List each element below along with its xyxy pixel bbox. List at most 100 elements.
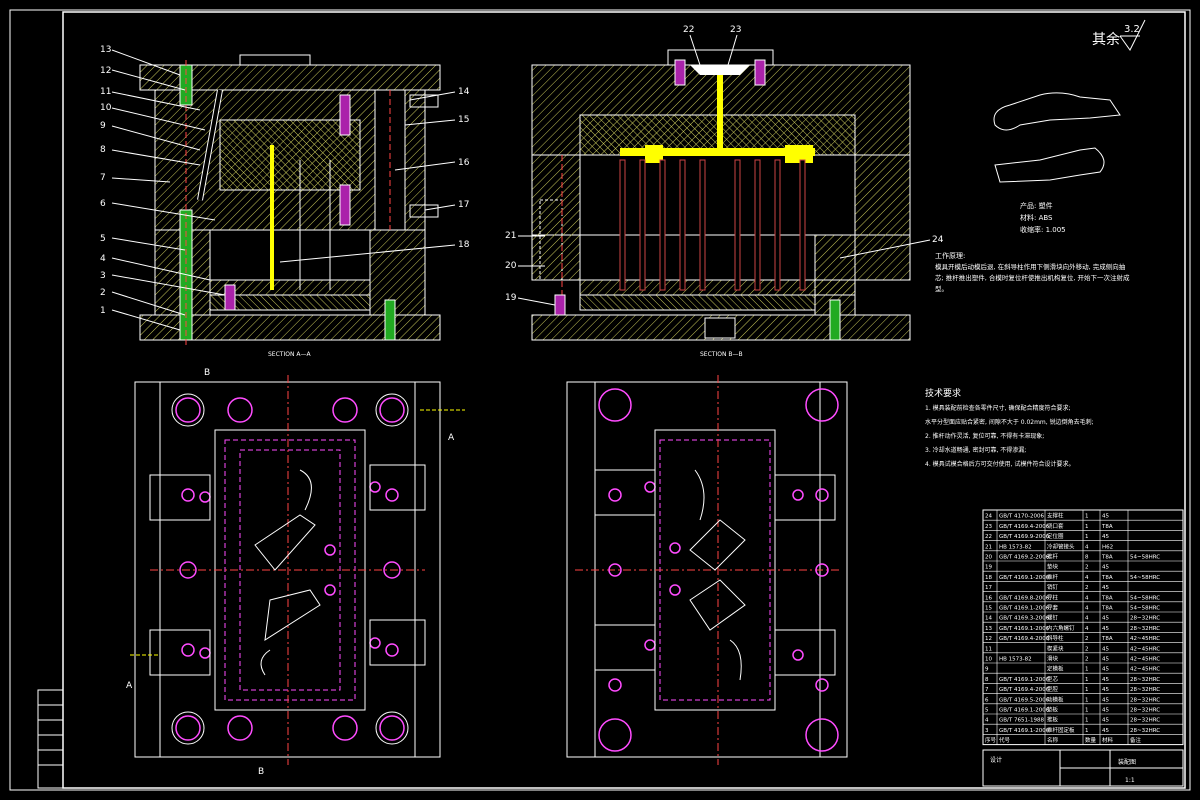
bom-cell: 螺钉 (1047, 614, 1059, 622)
roughness-value: 3.2 (1124, 24, 1140, 35)
svg-text:2: 2 (100, 288, 106, 298)
bom-cell: GB/T 4169.1-2006 (999, 708, 1050, 714)
bom-table: 24 GB/T 4170-2006 支撑柱 1 4523 GB/T 4169.4-2006… (982, 509, 1184, 746)
svg-text:13: 13 (100, 45, 111, 55)
bom-cell: 12 (985, 636, 992, 642)
bom-cell: 推杆固定板 (1047, 726, 1075, 734)
bom-cell: T8A (1101, 575, 1113, 581)
bom-cell: 28~32HRC (1130, 728, 1160, 734)
bom-cell: GB/T 4169.4-2006 (999, 636, 1050, 642)
bom-cell: 1 (1085, 697, 1089, 703)
cad-drawing: 其余 3.2 SECTION A—A 13 12 11 10 9 8 7 6 5… (9, 9, 1191, 791)
bom-cell: GB/T 4169.1-2006 (999, 575, 1050, 581)
svg-text:3. 冷却水道畅通, 密封可靠, 不得渗漏;: 3. 冷却水道畅通, 密封可靠, 不得渗漏; (925, 446, 1026, 454)
bom-cell: 2 (1085, 565, 1089, 571)
bom-cell: 45 (1102, 585, 1109, 591)
bom-cell: 28~32HRC (1130, 697, 1160, 703)
bom-header-cell: 代号 (999, 736, 1011, 744)
bom-cell: 45 (1102, 708, 1109, 714)
svg-text:20: 20 (505, 261, 517, 271)
bom-cell: 45 (1102, 687, 1109, 693)
plan-view-left (130, 375, 465, 765)
bom-cell: 2 (1085, 636, 1089, 642)
work-principle: 工作原理: 模具开模后动模后退, 在斜导柱作用下侧滑块向外移动, 完成侧向抽芯;… (935, 251, 1130, 293)
bom-cell: 型芯 (1047, 675, 1059, 683)
bom-cell: 斜导柱 (1047, 634, 1064, 642)
bom-cell: 42~45HRC (1130, 667, 1160, 673)
bom-cell: GB/T 4169.1-2006 (999, 606, 1050, 612)
bom-cell: 销钉 (1047, 583, 1059, 591)
bom-cell: 45 (1102, 718, 1109, 724)
bom-cell: 4 (1085, 616, 1089, 622)
bom-cell: 24 (985, 514, 992, 520)
bom-cell: 3 (985, 728, 989, 734)
bom-cell: 45 (1102, 534, 1109, 540)
bom-header-cell: 名称 (1047, 736, 1059, 744)
svg-text:8: 8 (100, 145, 106, 155)
title-assembly: 装配图 (1118, 758, 1136, 766)
bom-cell: 8 (1085, 555, 1089, 561)
bom-cell: GB/T 4169.3-2006 (999, 616, 1050, 622)
bom-cell: 型腔 (1047, 685, 1059, 693)
bom-cell: 11 (985, 646, 992, 652)
bom-cell: 2 (1085, 646, 1089, 652)
bom-cell: 1 (1085, 728, 1089, 734)
svg-text:水平分型面应贴合紧密, 间隙不大于 0.02mm, 锐边倒角: 水平分型面应贴合紧密, 间隙不大于 0.02mm, 锐边倒角去毛刺; (925, 418, 1094, 426)
bom-cell: 导套 (1047, 604, 1059, 612)
bom-cell: GB/T 4169.2-2006 (999, 555, 1050, 561)
bom-cell: 1 (1085, 534, 1089, 540)
bom-cell: 1 (1085, 708, 1089, 714)
bom-cell: 垫块 (1047, 563, 1059, 571)
bom-cell: 支撑柱 (1047, 512, 1064, 520)
bom-cell: 14 (985, 616, 992, 622)
bom-cell: GB/T 4169.8-2006 (999, 595, 1050, 601)
work-principle-body: 模具开模后动模后退, 在斜导柱作用下侧滑块向外移动, 完成侧向抽芯; 推杆推出塑… (935, 263, 1130, 293)
bom-cell: 28~32HRC (1130, 718, 1160, 724)
bom-cell: 内六角螺钉 (1047, 624, 1075, 632)
svg-text:材料: ABS: 材料: ABS (1020, 213, 1053, 222)
section-aa-view (139, 54, 441, 345)
bom-cell: 45 (1102, 565, 1109, 571)
bom-cell: 5 (985, 708, 989, 714)
bom-cell: 4 (1085, 544, 1089, 550)
bom-cell: 推杆 (1047, 553, 1059, 561)
bom-cell: 4 (1085, 606, 1089, 612)
bom-cell: 楔紧块 (1047, 644, 1064, 652)
bom-cell: 13 (985, 626, 992, 632)
svg-text:技术要求: 技术要求 (925, 387, 961, 399)
roughness-symbol: 其余 3.2 (1092, 19, 1146, 51)
bom-cell: GB/T 4169.5-2006 (999, 697, 1050, 703)
bom-cell: 1 (1085, 667, 1089, 673)
bom-cell: 动模板 (1047, 695, 1064, 703)
bom-header-cell: 备注 (1130, 736, 1142, 744)
section-bb-caption: SECTION B—B (700, 351, 743, 358)
bom-cell: 28~32HRC (1130, 626, 1160, 632)
bom-cell: 45 (1102, 657, 1109, 663)
svg-text:4. 模具试模合格后方可交付使用, 试模件符合设计要求。: 4. 模具试模合格后方可交付使用, 试模件符合设计要求。 (925, 460, 1074, 468)
bom-cell: T8A (1101, 636, 1113, 642)
svg-text:12: 12 (100, 66, 111, 76)
bom-cell: 2 (1085, 657, 1089, 663)
section-bb-view (531, 49, 911, 341)
bom-cell: 4 (1085, 595, 1089, 601)
bom-cell: 45 (1102, 626, 1109, 632)
bom-cell: T8A (1101, 555, 1113, 561)
svg-text:A: A (126, 681, 133, 691)
title-scale: 1:1 (1125, 777, 1135, 784)
svg-text:3: 3 (100, 271, 106, 281)
bom-cell: 2 (1085, 585, 1089, 591)
bom-cell: 推杆 (1047, 573, 1059, 581)
bom-cell: 18 (985, 575, 992, 581)
side-stamp-block (37, 689, 64, 789)
bom-cell: GB/T 4169.4-2006 (999, 687, 1050, 693)
tech-requirements: 技术要求 1. 模具装配前检查各零件尺寸, 确保配合精度符合要求; 水平分型面应… (925, 387, 1094, 468)
bom-cell: 22 (985, 534, 992, 540)
bom-cell: GB/T 7651-1988 (999, 718, 1044, 724)
svg-text:18: 18 (458, 240, 470, 250)
bom-cell: 54~58HRC (1130, 555, 1160, 561)
svg-text:16: 16 (458, 158, 470, 168)
bom-cell: 16 (985, 595, 992, 601)
bom-header-cell: 序号 (985, 736, 997, 744)
bom-cell: 浇口套 (1047, 522, 1064, 530)
bom-cell: 28~32HRC (1130, 708, 1160, 714)
